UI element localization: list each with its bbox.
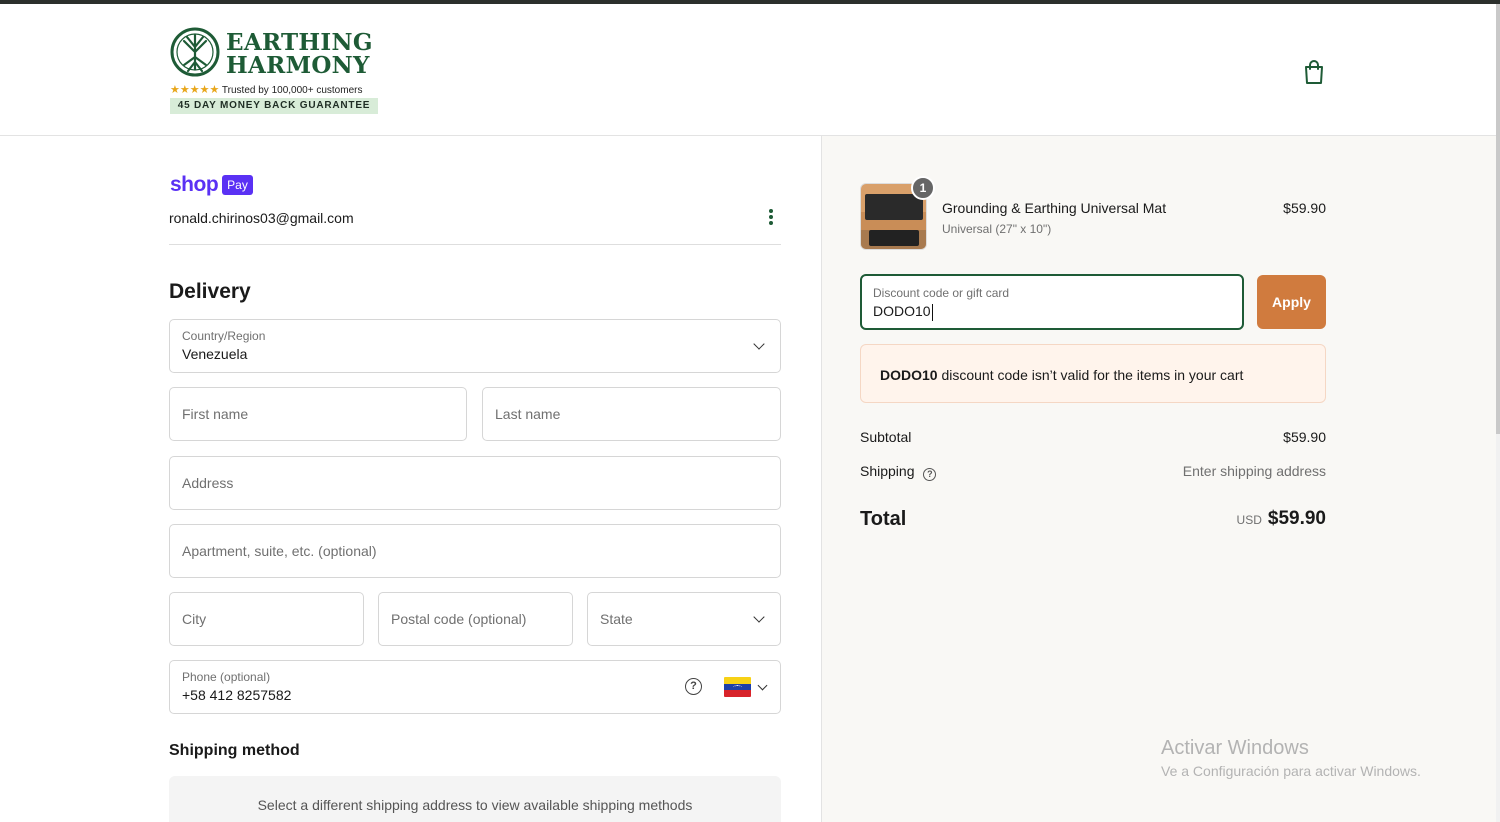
chevron-down-icon[interactable] <box>757 680 768 691</box>
trust-text: Trusted by 100,000+ customers <box>221 85 363 96</box>
state-placeholder: State <box>600 611 633 627</box>
scrollbar-thumb[interactable] <box>1496 4 1500 434</box>
discount-code-input[interactable]: Discount code or gift card DODO10 <box>860 274 1244 330</box>
more-options-icon[interactable] <box>764 206 778 228</box>
brand-logo[interactable]: EARTHING HARMONY ★★★★★ Trusted by 100,00… <box>170 27 382 117</box>
shipping-value: Enter shipping address <box>1182 463 1326 479</box>
rating-stars: ★★★★★ <box>170 84 220 96</box>
last-name-placeholder: Last name <box>495 406 561 422</box>
discount-error-text: DODO10 discount code isn’t valid for the… <box>880 367 1243 383</box>
subtotal-label: Subtotal <box>860 429 912 445</box>
section-divider <box>169 244 781 245</box>
quantity-badge: 1 <box>911 176 935 200</box>
apartment-input[interactable]: Apartment, suite, etc. (optional) <box>169 524 781 578</box>
shipping-label-group: Shipping ? <box>860 463 937 481</box>
city-input[interactable]: City <box>169 592 364 646</box>
shipping-method-notice-text: Select a different shipping address to v… <box>257 797 693 813</box>
guarantee-banner: 45 DAY MONEY BACK GUARANTEE <box>170 98 378 114</box>
trust-badge: ★★★★★ Trusted by 100,000+ customers <box>170 83 362 96</box>
discount-code-label: Discount code or gift card <box>873 286 1010 300</box>
error-message: discount code isn’t valid for the items … <box>937 367 1244 383</box>
total-amount: USD $59.90 <box>1237 508 1326 530</box>
address-placeholder: Address <box>182 475 234 491</box>
windows-activation-subtitle: Ve a Configuración para activar Windows. <box>1161 763 1421 779</box>
brand-name-line2: HARMONY <box>226 52 370 79</box>
total-currency: USD <box>1236 513 1262 527</box>
shop-pay-logo: shop Pay <box>170 173 253 197</box>
apartment-placeholder: Apartment, suite, etc. (optional) <box>182 543 377 559</box>
phone-input[interactable]: Phone (optional) +58 412 8257582 ? <box>169 660 781 714</box>
product-name: Grounding & Earthing Universal Mat <box>942 200 1167 216</box>
account-email: ronald.chirinos03@gmail.com <box>169 210 354 226</box>
venezuela-flag-icon[interactable] <box>724 677 751 697</box>
country-label: Country/Region <box>182 329 266 343</box>
chevron-down-icon <box>753 611 765 623</box>
postal-code-input[interactable]: Postal code (optional) <box>378 592 573 646</box>
windows-activation-title: Activar Windows <box>1161 737 1309 759</box>
shipping-method-notice: Select a different shipping address to v… <box>169 776 781 822</box>
product-price: $59.90 <box>1283 200 1326 216</box>
phone-label: Phone (optional) <box>182 670 271 684</box>
site-header: EARTHING HARMONY ★★★★★ Trusted by 100,00… <box>0 4 1496 136</box>
address-input[interactable]: Address <box>169 456 781 510</box>
error-code: DODO10 <box>880 367 938 383</box>
product-variant: Universal (27" x 10") <box>942 222 1052 236</box>
country-value: Venezuela <box>182 346 248 362</box>
shipping-method-heading: Shipping method <box>169 742 300 759</box>
tree-emblem-icon <box>170 27 220 77</box>
shop-pay-wordmark: shop <box>170 173 219 196</box>
city-placeholder: City <box>182 611 207 627</box>
shipping-help-icon[interactable]: ? <box>923 468 937 481</box>
shopping-bag-icon[interactable] <box>1302 59 1326 85</box>
delivery-heading: Delivery <box>169 280 251 303</box>
total-label: Total <box>860 508 907 530</box>
shop-pay-badge: Pay <box>222 175 253 195</box>
last-name-input[interactable]: Last name <box>482 387 781 441</box>
country-select[interactable]: Country/Region Venezuela <box>169 319 781 373</box>
phone-value: +58 412 8257582 <box>182 687 292 703</box>
help-icon[interactable]: ? <box>685 678 702 695</box>
text-cursor <box>932 304 933 321</box>
discount-code-value: DODO10 <box>873 303 931 319</box>
chevron-down-icon <box>753 338 765 350</box>
total-value: $59.90 <box>1267 508 1326 529</box>
shipping-label: Shipping <box>860 463 915 479</box>
page-scrollbar[interactable] <box>1496 4 1500 822</box>
state-select[interactable]: State <box>587 592 781 646</box>
first-name-placeholder: First name <box>182 406 249 422</box>
postal-code-placeholder: Postal code (optional) <box>391 611 527 627</box>
first-name-input[interactable]: First name <box>169 387 467 441</box>
discount-error-message: DODO10 discount code isn’t valid for the… <box>860 344 1326 403</box>
apply-discount-button[interactable]: Apply <box>1257 275 1326 329</box>
subtotal-value: $59.90 <box>1283 429 1326 445</box>
